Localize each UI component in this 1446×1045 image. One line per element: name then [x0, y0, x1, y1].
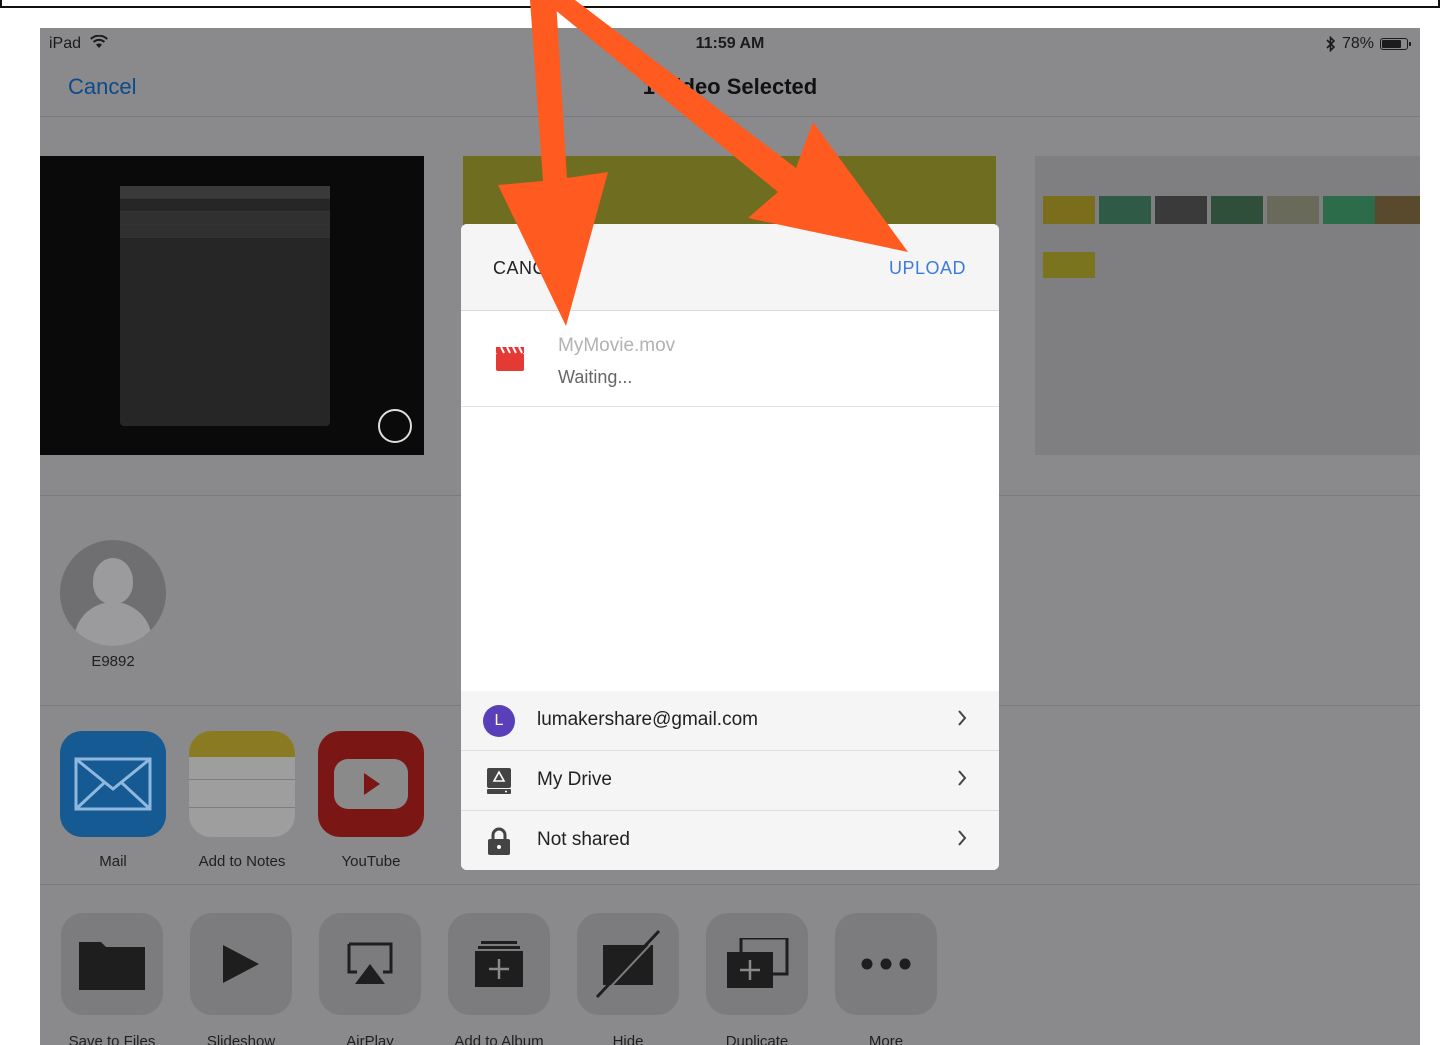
chevron-right-icon [958, 710, 967, 726]
action-label: Add to Album [454, 1033, 544, 1045]
app-youtube[interactable]: YouTube [318, 731, 424, 870]
video-thumbnail-1[interactable] [40, 156, 424, 455]
drive-folder-label: My Drive [537, 769, 612, 790]
action-save-to-files[interactable]: Save to Files [61, 913, 163, 1045]
divider [40, 884, 1420, 885]
add-album-icon [448, 913, 550, 1015]
movie-clapper-icon [496, 346, 524, 376]
status-bar: iPad 11:59 AM 78% [40, 28, 1420, 58]
action-label: Save to Files [68, 1033, 156, 1045]
battery-fill [1382, 40, 1401, 48]
page-title: 1 Video Selected [642, 74, 818, 99]
more-icon [835, 913, 937, 1015]
action-label: Hide [612, 1033, 644, 1045]
sharing-row[interactable]: Not shared [461, 811, 999, 870]
status-right: 78% [1326, 35, 1411, 53]
app-add-to-notes[interactable]: Add to Notes [189, 731, 295, 870]
account-avatar-letter: L [483, 705, 515, 737]
mail-icon [60, 731, 166, 837]
upload-button[interactable]: UPLOAD [889, 258, 966, 279]
notes-icon [189, 731, 295, 837]
thumbnail-record-circle [378, 409, 412, 443]
airplay-icon [319, 913, 421, 1015]
battery-percent: 78% [1341, 35, 1374, 52]
lock-icon [483, 825, 515, 857]
thumbnail-preview-sheet [120, 186, 330, 426]
sharing-status-label: Not shared [537, 829, 630, 850]
action-more[interactable]: More [835, 913, 937, 1045]
action-slideshow[interactable]: Slideshow [190, 913, 292, 1045]
status-time: 11:59 AM [695, 35, 765, 52]
nav-bar: Cancel 1 Video Selected [40, 58, 1420, 117]
file-row: MyMovie.mov Waiting... [461, 311, 999, 407]
drive-icon [483, 765, 515, 797]
play-icon [190, 913, 292, 1015]
action-add-to-album[interactable]: Add to Album [448, 913, 550, 1045]
dialog-header: CANCEL UPLOAD [461, 224, 999, 311]
hide-icon [577, 913, 679, 1015]
app-label: Mail [99, 853, 127, 870]
video-thumbnail-3[interactable] [1035, 156, 1420, 455]
action-duplicate[interactable]: Duplicate [706, 913, 808, 1045]
top-frame-border [0, 0, 1440, 8]
chevron-right-icon [958, 770, 967, 786]
account-email: lumakershare@gmail.com [537, 709, 758, 730]
action-hide[interactable]: Hide [577, 913, 679, 1045]
action-airplay[interactable]: AirPlay [319, 913, 421, 1045]
action-label: More [868, 1033, 904, 1045]
upload-settings: L lumakershare@gmail.com My Drive Not sh… [461, 691, 999, 870]
app-label: YouTube [341, 853, 401, 870]
youtube-icon [318, 731, 424, 837]
video-thumbnail-2[interactable] [463, 156, 996, 226]
folder-icon [61, 913, 163, 1015]
upload-dialog: CANCEL UPLOAD MyMovie.mov Waiting... L l… [461, 224, 999, 870]
duplicate-icon [706, 913, 808, 1015]
action-label: AirPlay [346, 1033, 394, 1045]
upload-status: Waiting... [558, 367, 633, 387]
contact-avatar[interactable] [60, 540, 166, 646]
file-name: MyMovie.mov [558, 335, 676, 356]
account-row[interactable]: L lumakershare@gmail.com [461, 691, 999, 751]
battery-icon [1380, 38, 1411, 50]
action-label: Slideshow [206, 1033, 276, 1045]
contact-name: E9892 [91, 653, 135, 670]
app-label: Add to Notes [198, 853, 286, 870]
account-avatar-icon: L [483, 705, 515, 737]
chevron-right-icon [958, 830, 967, 846]
action-label: Duplicate [725, 1033, 789, 1045]
app-mail[interactable]: Mail [60, 731, 166, 870]
bluetooth-icon [1326, 36, 1336, 52]
dialog-cancel-button[interactable]: CANCEL [493, 258, 569, 279]
folder-row[interactable]: My Drive [461, 751, 999, 811]
